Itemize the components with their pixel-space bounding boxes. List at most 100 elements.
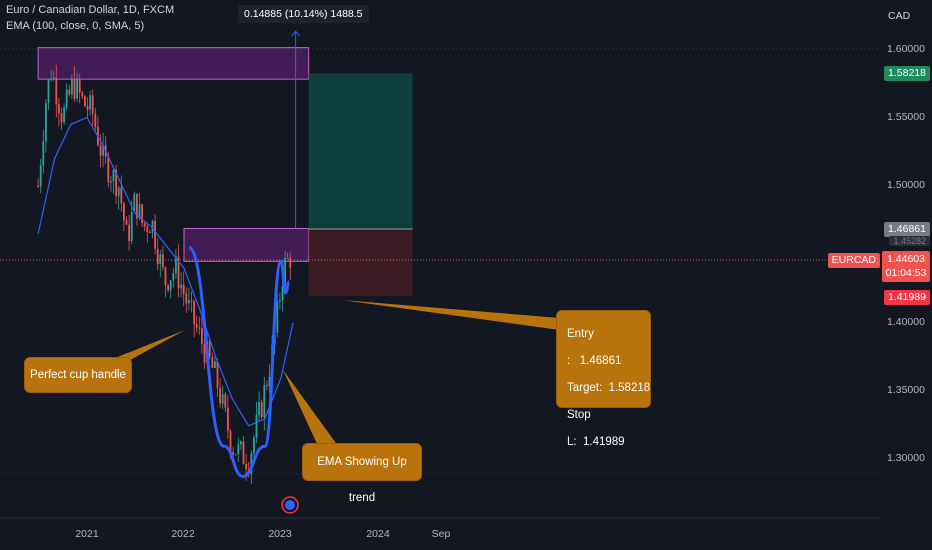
entry-row: Entry : 1.46861 bbox=[567, 321, 650, 375]
candle-body bbox=[58, 104, 60, 114]
target-value: 1.58218 bbox=[608, 382, 651, 394]
candle-body bbox=[224, 394, 227, 408]
indicator-legend[interactable]: EMA (100, close, 0, SMA, 5) bbox=[6, 20, 144, 32]
resistance-zone-top bbox=[37, 47, 310, 80]
candle-body bbox=[253, 437, 255, 454]
candle-body bbox=[120, 187, 123, 204]
y-tick: 1.55000 bbox=[887, 111, 925, 123]
candle-body bbox=[89, 95, 92, 110]
candle-body bbox=[130, 212, 133, 242]
candle-body bbox=[201, 328, 203, 345]
candle-body bbox=[71, 79, 73, 95]
currency-label: CAD bbox=[888, 10, 911, 22]
stop-value: 1.41989 bbox=[582, 436, 625, 448]
candle-body bbox=[45, 103, 47, 142]
candle-body bbox=[149, 231, 151, 233]
candle-body bbox=[245, 464, 248, 470]
candle-body bbox=[188, 300, 190, 304]
ema-trend-callout[interactable]: EMA Showing Up trend bbox=[302, 443, 422, 504]
candle-body bbox=[50, 79, 53, 81]
candle-body bbox=[39, 165, 42, 187]
trade-levels-callout[interactable]: Entry : 1.46861 Target: 1.58218 Stop L: … bbox=[556, 310, 651, 448]
event-marker-icon[interactable] bbox=[281, 496, 299, 514]
candle-body bbox=[162, 254, 164, 268]
candle-body bbox=[156, 248, 159, 265]
y-tick: 1.50000 bbox=[887, 179, 925, 191]
x-tick: 2022 bbox=[171, 528, 195, 540]
candle-body bbox=[91, 95, 94, 114]
candle-body bbox=[63, 107, 66, 123]
candle-body bbox=[73, 79, 76, 99]
x-tick: Sep bbox=[431, 528, 451, 540]
y-tick: 1.40000 bbox=[887, 316, 925, 328]
candle-body bbox=[190, 300, 193, 302]
candle-body bbox=[164, 267, 167, 286]
candle-body bbox=[237, 444, 240, 455]
candle-body bbox=[240, 441, 242, 445]
candle-body bbox=[143, 223, 146, 227]
candle-body bbox=[146, 226, 149, 232]
grid-lines bbox=[0, 48, 880, 475]
bar-countdown: 01:04:53 bbox=[885, 267, 927, 279]
candle-body bbox=[65, 89, 68, 108]
candle-body bbox=[255, 414, 258, 438]
candle-body bbox=[289, 257, 292, 268]
candle-body bbox=[84, 96, 86, 107]
price-chart[interactable] bbox=[0, 0, 932, 550]
candle-body bbox=[185, 294, 188, 304]
cup-handle-callout[interactable]: Perfect cup handle bbox=[24, 357, 132, 393]
candle-body bbox=[123, 203, 125, 221]
candle-body bbox=[125, 220, 128, 225]
y-tick: 1.30000 bbox=[887, 452, 925, 464]
candle-body bbox=[266, 385, 268, 387]
current-price-value: 1.44603 bbox=[887, 253, 925, 265]
candle-body bbox=[76, 79, 79, 99]
candle-body bbox=[52, 77, 55, 80]
symbol-tag: EURCAD bbox=[827, 253, 880, 268]
candle-body bbox=[234, 454, 237, 456]
candle-body bbox=[221, 394, 224, 404]
candle-body bbox=[214, 361, 216, 368]
x-tick: 2024 bbox=[366, 528, 390, 540]
symbol-title[interactable]: Euro / Canadian Dollar, 1D, FXCM bbox=[6, 4, 174, 16]
candle-body bbox=[198, 327, 201, 329]
candle-body bbox=[42, 141, 45, 166]
candle-body bbox=[260, 402, 263, 418]
candle-body bbox=[169, 280, 172, 291]
stop-price-tag: 1.41989 bbox=[884, 290, 930, 305]
candle-body bbox=[78, 79, 81, 93]
candle-body bbox=[227, 407, 229, 432]
y-tick: 1.35000 bbox=[887, 384, 925, 396]
candle-body bbox=[211, 356, 214, 368]
candle-body bbox=[193, 300, 196, 325]
candle-body bbox=[219, 387, 222, 404]
candle-body bbox=[286, 257, 289, 259]
cup-callout-pointer bbox=[110, 330, 185, 360]
candle-body bbox=[172, 273, 175, 281]
candle-body bbox=[37, 186, 40, 187]
y-tick: 1.60000 bbox=[887, 43, 925, 55]
candle-body bbox=[216, 361, 219, 388]
candle-body bbox=[47, 79, 50, 104]
ema-callout-pointer bbox=[283, 370, 338, 446]
candle-body bbox=[107, 156, 110, 183]
candle-body bbox=[94, 113, 97, 127]
candle-body bbox=[110, 181, 112, 183]
candle-body bbox=[195, 324, 198, 328]
candle-body bbox=[258, 402, 261, 415]
target-row: Target: 1.58218 bbox=[567, 375, 650, 402]
entry-price-tag: 1.46861 bbox=[884, 222, 930, 237]
candle-body bbox=[208, 340, 211, 357]
candle-body bbox=[242, 441, 245, 465]
candle-body bbox=[117, 187, 120, 197]
candles bbox=[37, 64, 292, 484]
measure-label: 0.14885 (10.14%) 1488.5 bbox=[238, 5, 369, 23]
candle-body bbox=[279, 300, 281, 302]
candle-body bbox=[182, 284, 185, 295]
candle-body bbox=[180, 284, 183, 289]
stop-row: Stop L: 1.41989 bbox=[567, 402, 650, 456]
candle-body bbox=[128, 224, 131, 242]
current-price-tag: 1.44603 01:04:53 bbox=[882, 251, 930, 282]
candle-body bbox=[159, 254, 162, 265]
x-tick: 2021 bbox=[75, 528, 99, 540]
